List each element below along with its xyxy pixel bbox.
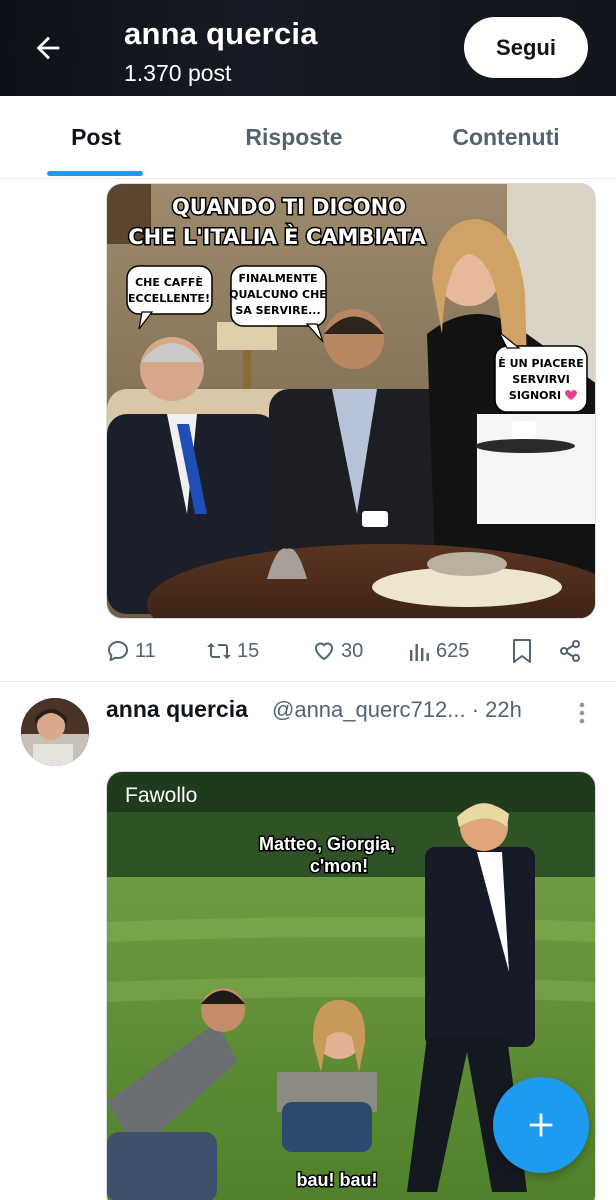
share-icon bbox=[560, 640, 580, 662]
bubble-3-line-2: SERVIRVI bbox=[512, 373, 570, 386]
share-button[interactable] bbox=[558, 633, 582, 669]
meme-image: QUANDO TI DICONO CHE L'ITALIA È CAMBIATA… bbox=[107, 184, 595, 618]
handle-text: @anna_querc712... bbox=[272, 697, 466, 722]
more-options-button[interactable] bbox=[570, 698, 594, 728]
profile-tabs: Post Risposte Contenuti bbox=[0, 96, 616, 179]
profile-header: anna quercia 1.370 post Segui bbox=[0, 0, 616, 96]
meme-caption-line-2: c'mon! bbox=[310, 856, 368, 876]
tab-label: Contenuti bbox=[452, 124, 560, 150]
back-button[interactable] bbox=[14, 14, 82, 82]
post-time: · 22h bbox=[471, 697, 522, 722]
meme-title-line-1: QUANDO TI DICONO bbox=[172, 195, 406, 219]
bubble-3-line-1: È UN PIACERE bbox=[498, 357, 584, 370]
tab-contenuti[interactable]: Contenuti bbox=[396, 96, 616, 179]
profile-name: anna quercia bbox=[124, 16, 318, 51]
views-count: 625 bbox=[436, 639, 470, 662]
more-vertical-icon bbox=[579, 702, 585, 724]
meme-caption-line-1: Matteo, Giorgia, bbox=[259, 834, 395, 854]
bubble-2-line-2: QUALCUNO CHE bbox=[229, 288, 327, 301]
watermark: Fawollo bbox=[125, 784, 197, 807]
arrow-left-icon bbox=[36, 36, 60, 60]
bubble-3-line-3: SIGNORI bbox=[509, 389, 561, 402]
post-actions: 11 15 30 625 bbox=[106, 633, 596, 669]
tab-label: Post bbox=[71, 124, 121, 150]
post-divider bbox=[0, 681, 616, 682]
plus-icon bbox=[529, 1113, 553, 1137]
avatar-image bbox=[21, 698, 89, 766]
post-author-handle: @anna_querc712... · 22h bbox=[272, 697, 522, 723]
tab-risposte[interactable]: Risposte bbox=[192, 96, 396, 179]
bubble-2-line-3: SA SERVIRE... bbox=[235, 304, 320, 317]
reply-bubble-icon bbox=[108, 641, 128, 661]
meme-title-line-2: CHE L'ITALIA È CAMBIATA bbox=[128, 224, 426, 249]
views-button[interactable]: 625 bbox=[409, 633, 469, 669]
tab-post[interactable]: Post bbox=[0, 96, 192, 179]
repost-button[interactable]: 15 bbox=[206, 633, 259, 669]
heart-icon bbox=[315, 642, 333, 660]
reply-button[interactable]: 11 bbox=[106, 633, 156, 669]
bubble-2-line-1: FINALMENTE bbox=[238, 272, 317, 285]
like-button[interactable]: 30 bbox=[312, 633, 363, 669]
like-count: 30 bbox=[341, 639, 364, 662]
reply-count: 11 bbox=[135, 639, 156, 662]
avatar[interactable] bbox=[21, 698, 89, 766]
bubble-1-line-1: CHE CAFFÈ bbox=[135, 276, 203, 289]
bookmark-button[interactable] bbox=[511, 633, 533, 669]
bubble-1-line-2: ECCELLENTE! bbox=[128, 292, 210, 305]
follow-button[interactable]: Segui bbox=[464, 17, 588, 78]
meme-caption-bottom: bau! bau! bbox=[297, 1170, 378, 1190]
post-author-name[interactable]: anna quercia bbox=[106, 696, 248, 723]
compose-button[interactable] bbox=[493, 1077, 589, 1173]
post-count: 1.370 post bbox=[124, 60, 232, 86]
repost-icon bbox=[207, 643, 231, 659]
repost-count: 15 bbox=[237, 639, 260, 662]
post-image[interactable]: QUANDO TI DICONO CHE L'ITALIA È CAMBIATA… bbox=[106, 183, 596, 619]
bookmark-icon bbox=[513, 639, 531, 663]
active-tab-indicator bbox=[47, 171, 143, 176]
tab-label: Risposte bbox=[245, 124, 343, 150]
bar-chart-icon bbox=[410, 644, 429, 661]
